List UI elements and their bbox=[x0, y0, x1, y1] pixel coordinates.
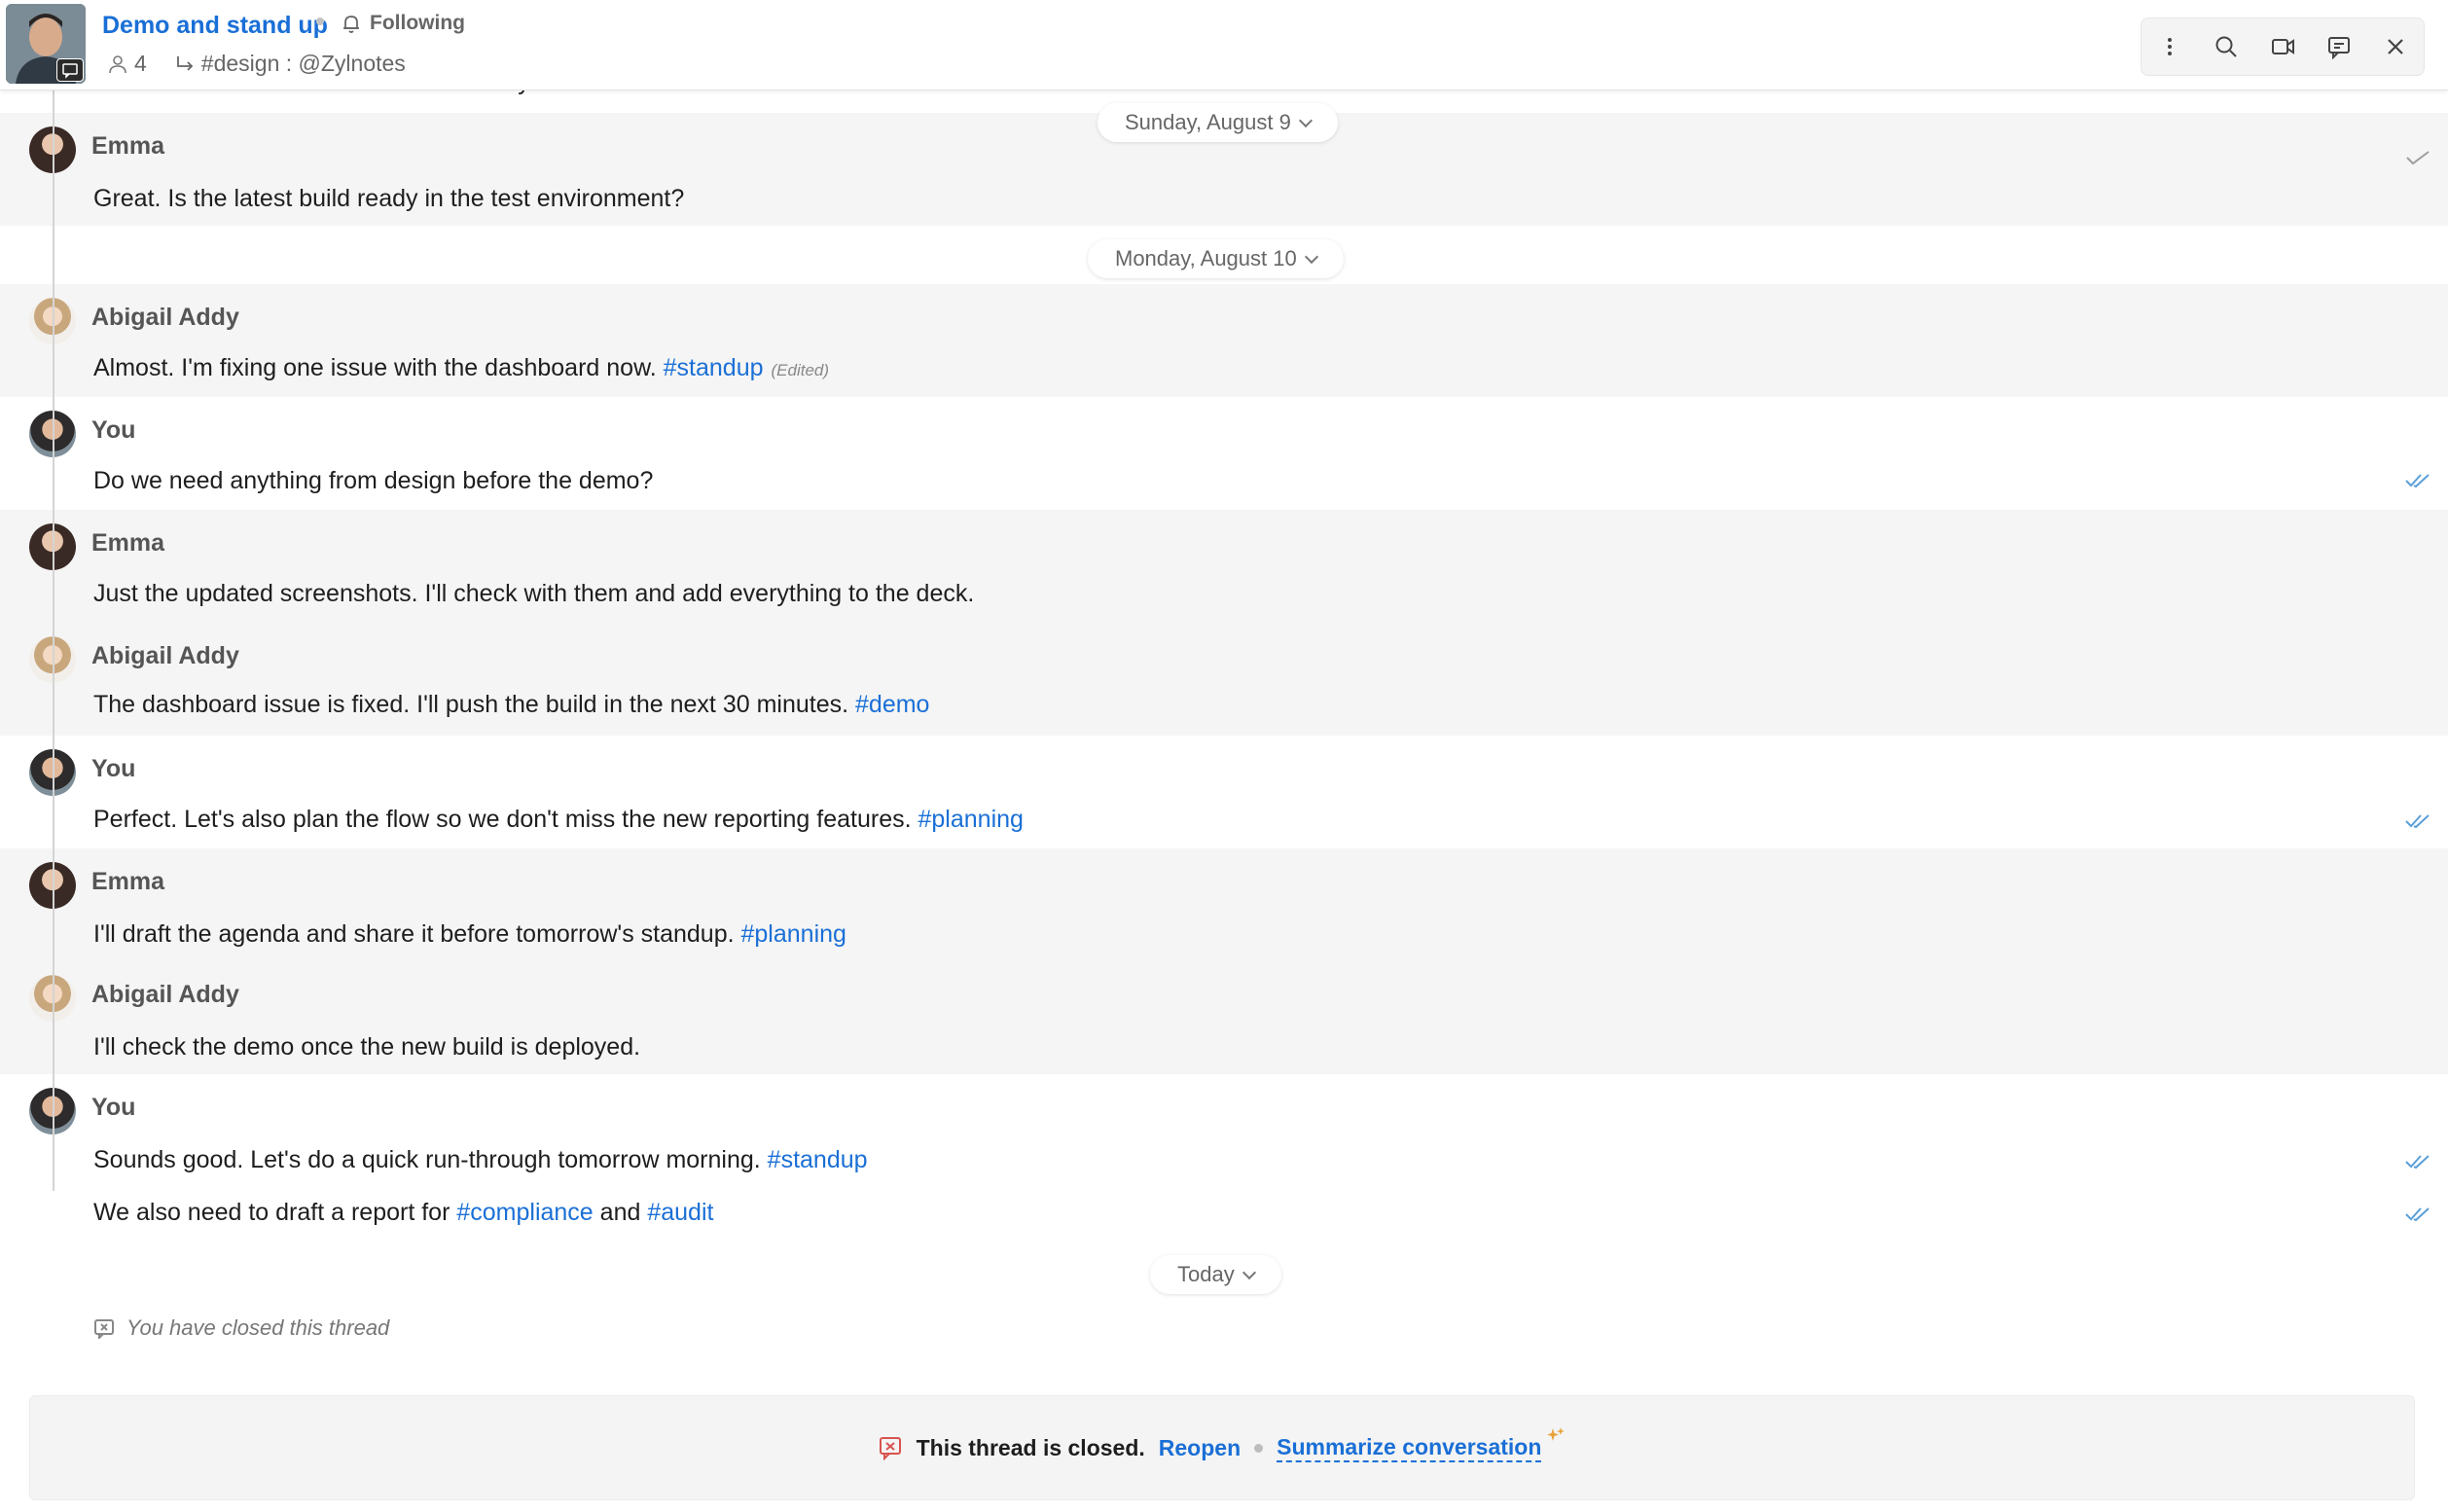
message-item[interactable]: You Do we need anything from design befo… bbox=[0, 397, 2448, 510]
closed-thread-icon bbox=[879, 1437, 901, 1460]
date-label: Today bbox=[1177, 1262, 1235, 1286]
message-text: I'll check the demo once the new build i… bbox=[93, 1033, 641, 1061]
chevron-down-icon bbox=[1304, 249, 1318, 264]
member-count[interactable]: 4 bbox=[107, 51, 147, 77]
author-name[interactable]: Emma bbox=[91, 868, 164, 896]
video-call-button[interactable] bbox=[2263, 27, 2302, 66]
message-item[interactable]: Abigail Addy I'll check the demo once th… bbox=[0, 961, 2448, 1074]
close-icon bbox=[2388, 39, 2403, 54]
parent-channel-link[interactable]: #design : @Zylnotes bbox=[174, 51, 406, 77]
more-options-button[interactable] bbox=[2150, 27, 2189, 66]
sent-check-icon bbox=[2406, 151, 2430, 165]
members-icon bbox=[109, 54, 126, 73]
separator-dot bbox=[1254, 1443, 1264, 1453]
close-button[interactable] bbox=[2376, 27, 2415, 66]
message-item[interactable]: You Sounds good. Let's do a quick run-th… bbox=[0, 1074, 2448, 1249]
author-name[interactable]: You bbox=[91, 416, 135, 445]
message-text: Almost. I'm fixing one issue with the da… bbox=[93, 354, 657, 381]
thread-chat-button[interactable] bbox=[2320, 27, 2358, 66]
search-icon bbox=[2215, 36, 2237, 57]
summarize-conversation-button[interactable]: Summarize conversation bbox=[1277, 1434, 1542, 1462]
member-count-value: 4 bbox=[134, 51, 147, 76]
more-vertical-icon bbox=[2168, 38, 2172, 55]
date-separator-today[interactable]: Today bbox=[1150, 1255, 1281, 1294]
hashtag-link[interactable]: #compliance bbox=[456, 1199, 593, 1226]
closed-thread-icon bbox=[94, 1319, 114, 1339]
read-double-check-icon bbox=[2405, 814, 2430, 829]
video-call-icon bbox=[2272, 39, 2294, 54]
date-label: Monday, August 10 bbox=[1115, 246, 1297, 270]
hashtag-link[interactable]: #planning bbox=[741, 920, 846, 948]
hashtag-link[interactable]: #standup bbox=[664, 354, 764, 381]
message-item[interactable]: Emma Just the updated screenshots. I'll … bbox=[0, 510, 2448, 623]
reply-arrow-icon bbox=[176, 55, 194, 71]
thread-toolbar bbox=[2141, 18, 2425, 76]
message-text: We also need to draft a report for bbox=[93, 1199, 450, 1226]
closed-note-text: You have closed this thread bbox=[126, 1315, 390, 1340]
thread-closed-status: This thread is closed. bbox=[916, 1434, 1145, 1460]
bell-icon bbox=[343, 16, 359, 33]
message-text: Great. Is the latest build ready in the … bbox=[93, 185, 685, 212]
message-item[interactable]: Abigail Addy Almost. I'm fixing one issu… bbox=[0, 284, 2448, 397]
separator-dot bbox=[316, 18, 324, 25]
thread-connector bbox=[53, 90, 54, 1191]
channel-path: #design : @Zylnotes bbox=[200, 51, 406, 76]
edited-label: (Edited) bbox=[771, 361, 830, 379]
thread-closed-bar: This thread is closed. Reopen Summarize … bbox=[29, 1395, 2415, 1500]
message-text: and bbox=[599, 1199, 641, 1226]
reopen-button[interactable]: Reopen bbox=[1159, 1435, 1241, 1461]
read-double-check-icon bbox=[2405, 1155, 2430, 1170]
thread-title[interactable]: Demo and stand up bbox=[102, 12, 328, 40]
search-button[interactable] bbox=[2207, 27, 2246, 66]
hashtag-link[interactable]: #planning bbox=[918, 806, 1024, 833]
author-name[interactable]: You bbox=[91, 1094, 135, 1122]
following-toggle[interactable]: Following bbox=[341, 12, 465, 35]
thread-header: Demo and stand up Following 4 #design : … bbox=[0, 0, 2448, 90]
author-name[interactable]: Emma bbox=[91, 132, 164, 161]
author-name[interactable]: You bbox=[91, 755, 135, 783]
closed-thread-note: You have closed this thread bbox=[93, 1315, 389, 1341]
message-text: Sounds good. Let's do a quick run-throug… bbox=[93, 1146, 761, 1173]
thread-badge-icon bbox=[56, 58, 84, 82]
thread-avatar[interactable] bbox=[6, 4, 86, 84]
message-text: Do we need anything from design before t… bbox=[93, 467, 654, 494]
ai-sparkle-icon bbox=[1547, 1427, 1566, 1441]
hashtag-link[interactable]: #standup bbox=[768, 1146, 868, 1173]
hashtag-link[interactable]: #audit bbox=[647, 1199, 713, 1226]
date-separator-monday[interactable]: Monday, August 10 bbox=[1088, 239, 1344, 278]
date-label: Sunday, August 9 bbox=[1125, 110, 1291, 134]
message-item[interactable]: You Perfect. Let's also plan the flow so… bbox=[0, 736, 2448, 848]
message-text: I'll draft the agenda and share it befor… bbox=[93, 920, 735, 948]
author-name[interactable]: Abigail Addy bbox=[91, 642, 239, 670]
author-name[interactable]: Abigail Addy bbox=[91, 981, 239, 1009]
author-name[interactable]: Emma bbox=[91, 529, 164, 558]
author-name[interactable]: Abigail Addy bbox=[91, 304, 239, 332]
message-text: Just the updated screenshots. I'll check… bbox=[93, 580, 975, 607]
read-double-check-icon bbox=[2405, 474, 2430, 488]
chevron-down-icon bbox=[1298, 113, 1313, 127]
thread-meta: 4 #design : @Zylnotes bbox=[107, 51, 406, 77]
chevron-down-icon bbox=[1242, 1265, 1256, 1279]
date-separator-sunday[interactable]: Sunday, August 9 bbox=[1098, 103, 1338, 142]
message-item[interactable]: Emma I'll draft the agenda and share it … bbox=[0, 848, 2448, 961]
following-label: Following bbox=[370, 12, 465, 34]
thread-chat-icon bbox=[2328, 37, 2350, 59]
message-text: Perfect. Let's also plan the flow so we … bbox=[93, 806, 912, 833]
message-item[interactable]: Abigail Addy The dashboard issue is fixe… bbox=[0, 623, 2448, 736]
hashtag-link[interactable]: #demo bbox=[855, 691, 929, 718]
read-double-check-icon bbox=[2405, 1207, 2430, 1222]
message-text: The dashboard issue is fixed. I'll push … bbox=[93, 691, 849, 718]
